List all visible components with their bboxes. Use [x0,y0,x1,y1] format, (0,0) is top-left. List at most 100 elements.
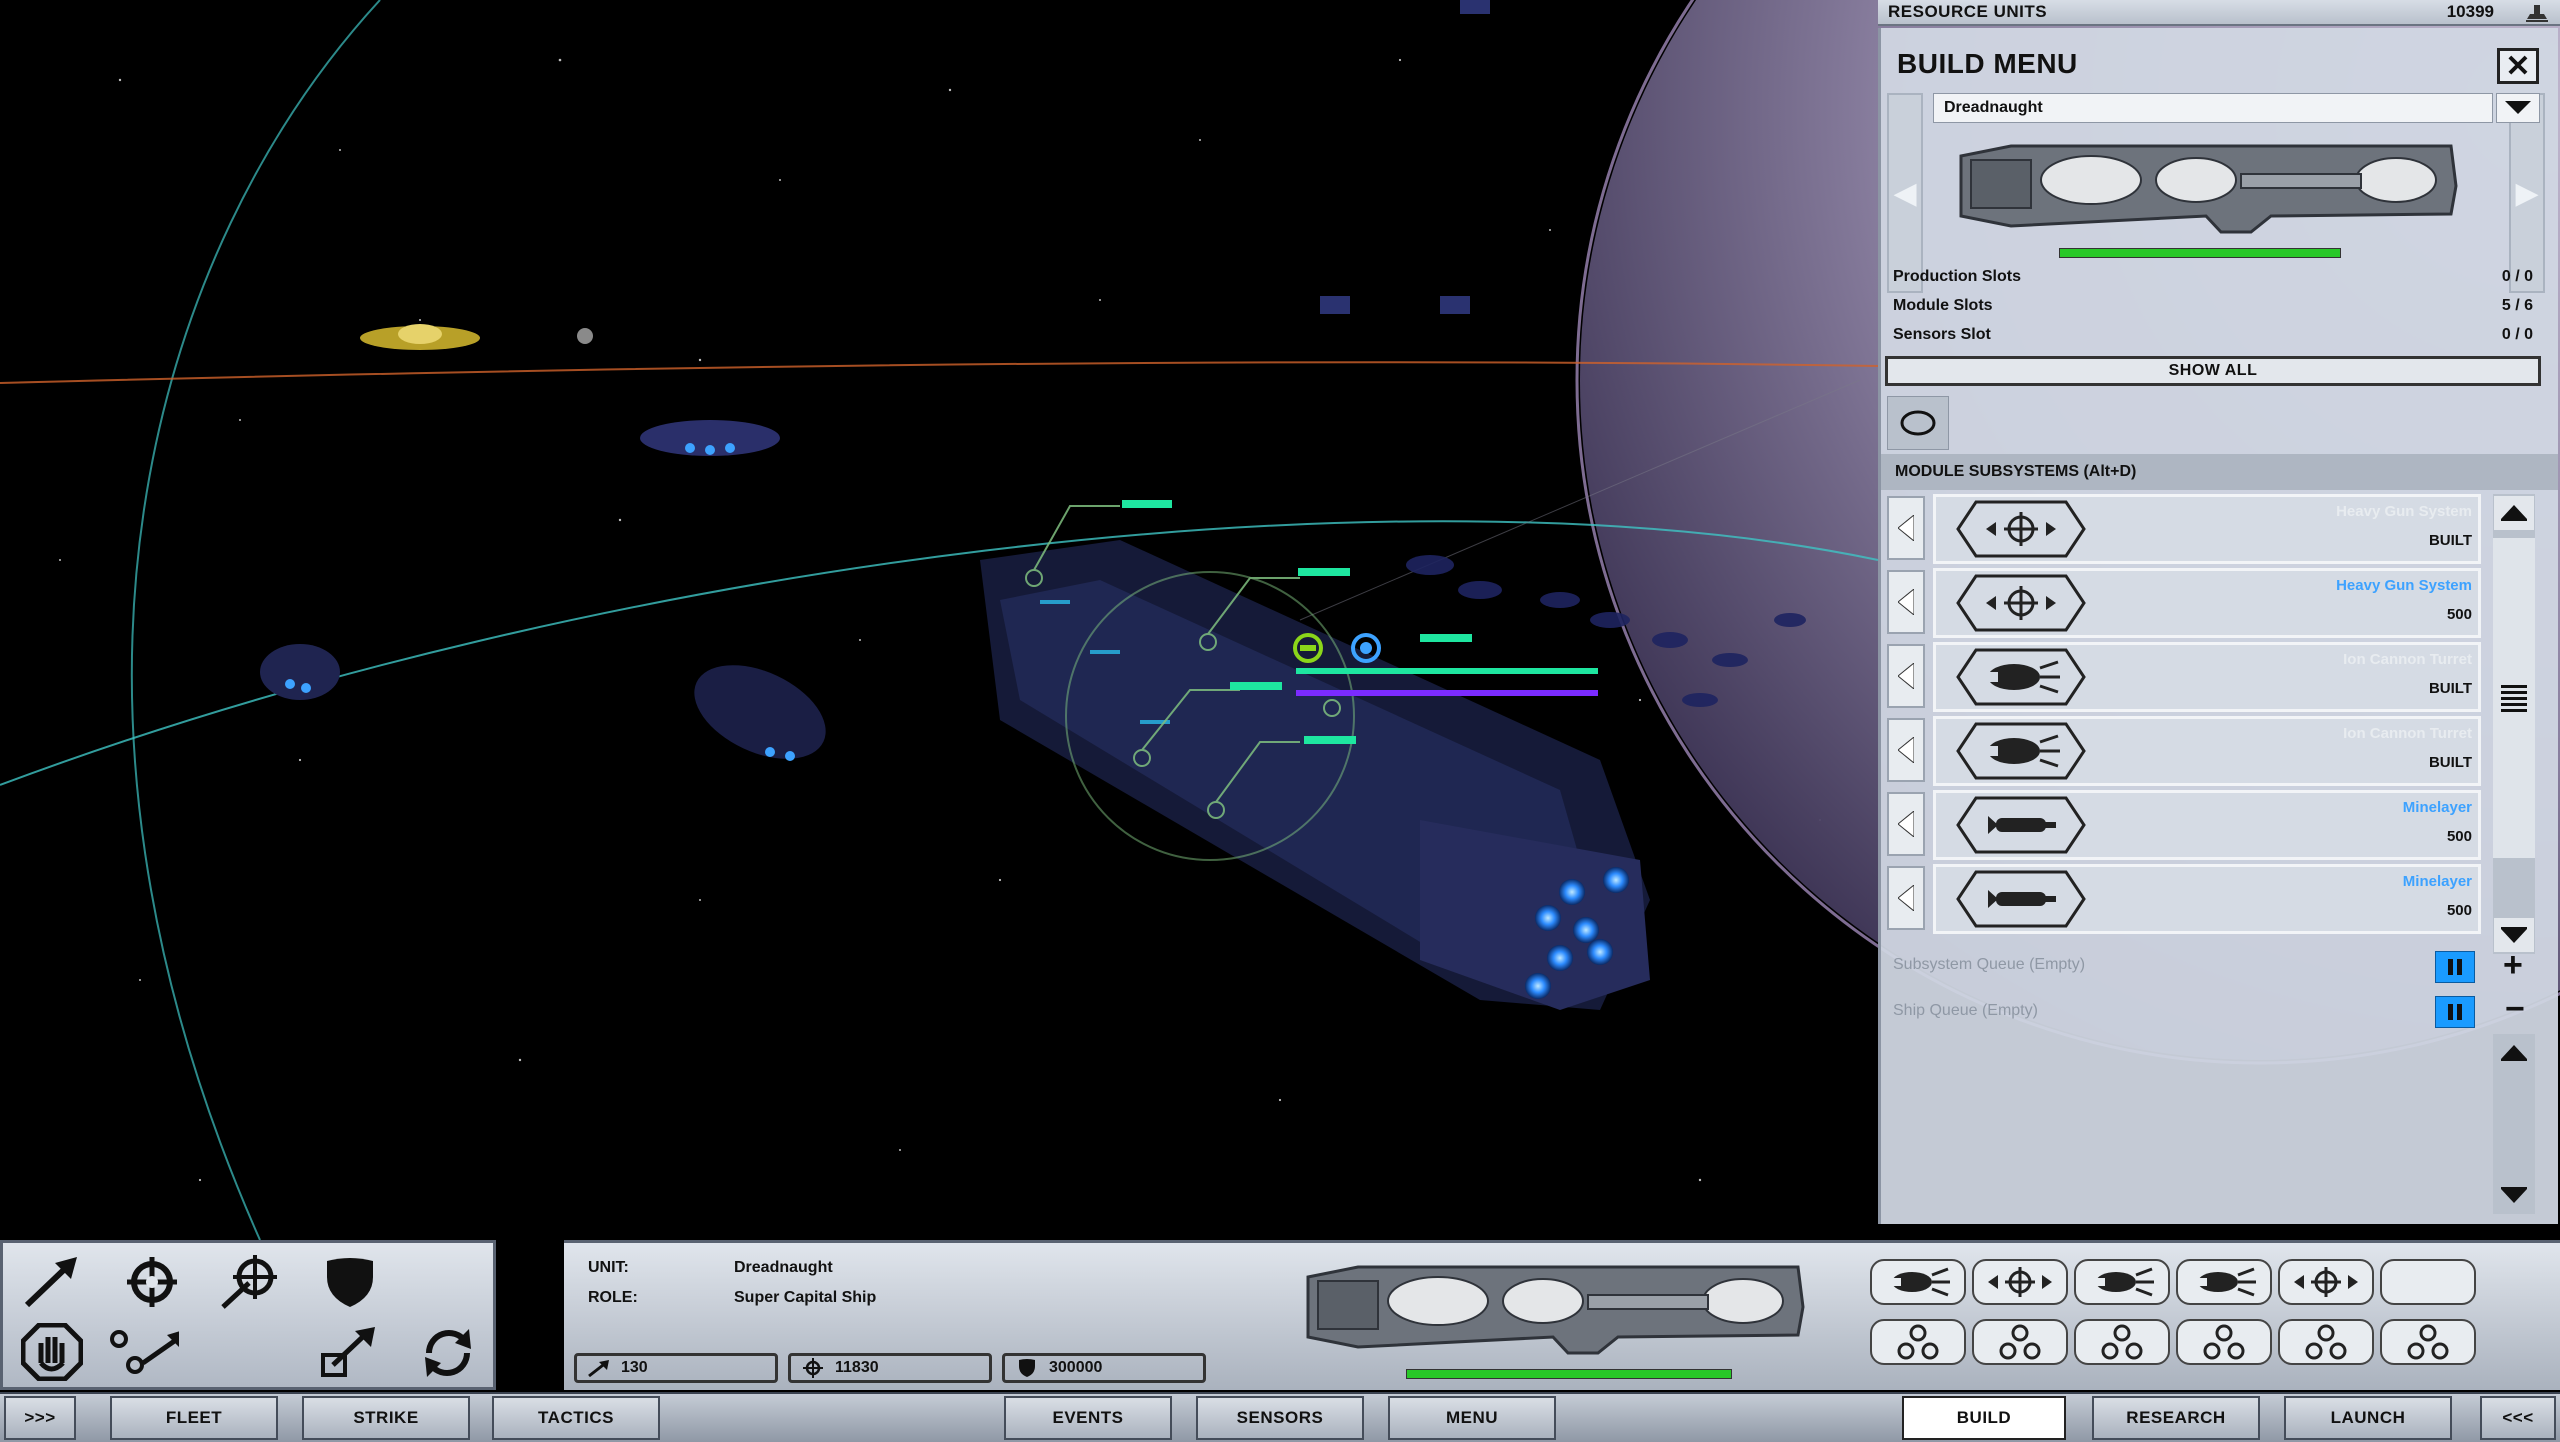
ship-preview-image [1959,144,2458,234]
unit-info-panel: UNIT: Dreadnaught ROLE: Super Capital Sh… [564,1240,2560,1390]
increase-button[interactable]: + [2503,948,2523,982]
ship-queue-pause-button[interactable] [2435,996,2475,1028]
firepower-value: 11830 [835,1359,879,1376]
tab-menu[interactable]: MENU [1388,1396,1556,1440]
attack-command-button[interactable] [117,1251,187,1313]
module-name: Ion Cannon Turret [2343,651,2472,668]
module-subsystems-header: MODULE SUBSYSTEMS (Alt+D) [1881,454,2558,490]
subsystem-slot[interactable] [2074,1259,2170,1305]
subsystem-slot[interactable] [1972,1259,2068,1305]
role-value: Super Capital Ship [734,1289,877,1306]
scroll-thumb[interactable] [2493,538,2535,858]
subsystem-slot[interactable] [2074,1319,2170,1365]
prev-ship-button[interactable]: ◀ [1887,93,1923,293]
tab-fleet[interactable]: FLEET [110,1396,278,1440]
stop-command-button[interactable] [17,1321,87,1383]
queue-scrollbar[interactable] [2493,1034,2535,1214]
tab-sensors[interactable]: SENSORS [1196,1396,1364,1440]
move-command-button[interactable] [17,1251,87,1313]
queue-scroll-up-button[interactable] [2494,1036,2534,1070]
dropdown-toggle[interactable] [2496,93,2540,123]
queue-left-button[interactable] [1887,866,1925,930]
tab-build[interactable]: BUILD [1902,1396,2066,1440]
queue-left-button[interactable] [1887,718,1925,782]
module-row: Minelayer 500 [1887,864,2481,934]
queue-scroll-down-button[interactable] [2494,1178,2534,1212]
ion-cannon-icon [1892,1267,1950,1297]
filter-button[interactable] [1887,396,1949,450]
module-name: Heavy Gun System [2336,577,2472,594]
unit-name: Dreadnaught [734,1259,833,1276]
ion-cannon-icon [2096,1267,2154,1297]
tab-strike[interactable]: STRIKE [302,1396,470,1440]
triangle-down-icon [2501,927,2527,943]
resource-units-label: RESOURCE UNITS [1888,2,2048,21]
tab-tactics[interactable]: TACTICS [492,1396,660,1440]
cycle-icon [425,1329,471,1377]
ring-icon [1900,410,1936,436]
yellow-ship [360,324,480,350]
grip-icon [2501,685,2527,712]
queue-left-button[interactable] [1887,792,1925,856]
tab-launch[interactable]: LAUNCH [2284,1396,2452,1440]
module-row: Minelayer 500 [1887,790,2481,860]
subsystem-slot[interactable] [2380,1319,2476,1365]
close-button[interactable]: ✕ [2497,48,2539,84]
ship-queue-label: Ship Queue (Empty) [1893,1002,2038,1019]
subsystem-slot[interactable] [2380,1259,2476,1305]
bottom-tab-bar: >>> FLEET STRIKE TACTICS EVENTS SENSORS … [0,1392,2560,1442]
module-name: Heavy Gun System [2336,503,2472,520]
collapse-button[interactable]: <<< [2480,1396,2556,1440]
unit-health-bar [1406,1369,1732,1379]
heavy-gun-icon [1956,500,2086,558]
module-card-ion-cannon[interactable]: Ion Cannon Turret BUILT [1933,642,2481,712]
queue-left-button[interactable] [1887,644,1925,708]
guard-command-button[interactable] [315,1251,385,1313]
subsystem-slot[interactable] [1972,1319,2068,1365]
subsystem-slot[interactable] [2278,1319,2374,1365]
module-card-ion-cannon[interactable]: Ion Cannon Turret BUILT [1933,716,2481,786]
next-ship-button[interactable]: ▶ [2509,93,2545,293]
close-icon: ✕ [2505,49,2531,83]
module-card-minelayer[interactable]: Minelayer 500 [1933,790,2481,860]
dock-icon [321,1327,375,1377]
build-menu-title: BUILD MENU [1897,48,2078,79]
queue-left-button[interactable] [1887,496,1925,560]
module-card-heavy-gun[interactable]: Heavy Gun System 500 [1933,568,2481,638]
repeat-command-button[interactable] [413,1321,483,1383]
module-status: BUILT [2428,532,2472,549]
queue-left-button[interactable] [1887,570,1925,634]
module-list-scrollbar[interactable] [2493,494,2535,954]
ship-preview-health-bar [2059,248,2341,258]
expand-button[interactable]: >>> [4,1396,76,1440]
attack-move-command-button[interactable] [215,1251,285,1313]
module-name: Minelayer [2402,873,2472,890]
chevron-right-icon: ▶ [2515,176,2539,210]
decrease-button[interactable]: − [2505,992,2525,1026]
subsystem-slot[interactable] [1870,1259,1966,1305]
move-arrow-icon [24,1257,77,1308]
escort-ship-3 [694,665,826,761]
stop-hand-icon [21,1323,83,1381]
scroll-up-button[interactable] [2494,496,2534,530]
crosshair-icon [127,1257,177,1307]
module-status: BUILT [2428,754,2472,771]
module-row: Heavy Gun System BUILT [1887,494,2481,564]
minelayer-icon [1956,870,2086,928]
ion-cannon-icon [2198,1267,2256,1297]
ship-type-dropdown[interactable]: Dreadnaught [1933,93,2540,123]
subsystem-queue-pause-button[interactable] [2435,951,2475,983]
subsystem-slot[interactable] [2176,1259,2272,1305]
speed-arrow-icon [588,1360,609,1378]
speed-stat: 130 [574,1353,778,1383]
dock-command-button[interactable] [315,1321,385,1383]
subsystem-slot[interactable] [2176,1319,2272,1365]
tab-research[interactable]: RESEARCH [2092,1396,2260,1440]
module-card-heavy-gun[interactable]: Heavy Gun System BUILT [1933,494,2481,564]
tab-events[interactable]: EVENTS [1004,1396,1172,1440]
formation-command-button[interactable] [109,1321,179,1383]
module-card-minelayer[interactable]: Minelayer 500 [1933,864,2481,934]
subsystem-slot[interactable] [2278,1259,2374,1305]
show-all-button[interactable]: SHOW ALL [1885,356,2541,386]
subsystem-slot[interactable] [1870,1319,1966,1365]
